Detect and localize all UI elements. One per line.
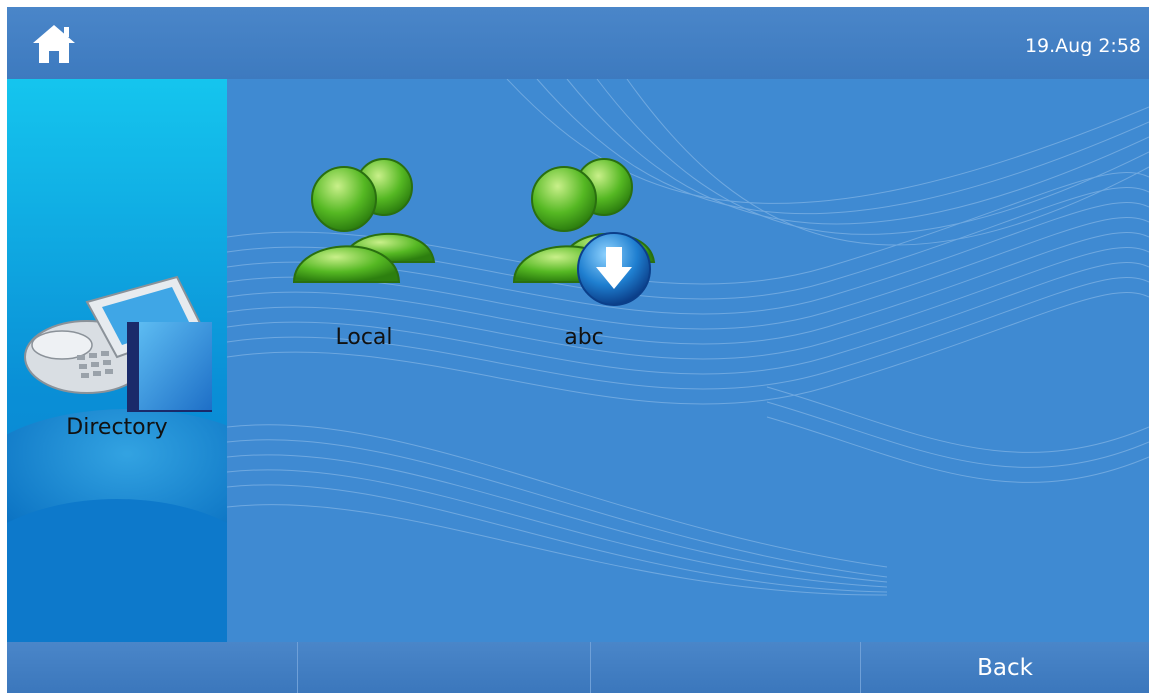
home-icon xyxy=(33,25,75,63)
contacts-group-icon xyxy=(292,158,436,283)
panel-swoosh-decoration xyxy=(7,499,227,642)
contacts-group-download-icon xyxy=(512,158,656,306)
softkey-bar: Back xyxy=(7,642,1149,693)
back-button[interactable]: Back xyxy=(861,642,1149,693)
date-time-display: 19.Aug 2:58 xyxy=(1024,35,1141,57)
contact-group-local[interactable]: Local xyxy=(279,157,449,367)
contact-group-label: abc xyxy=(564,325,604,350)
home-button[interactable] xyxy=(29,19,79,67)
contact-group-abc[interactable]: abc xyxy=(499,157,669,367)
directory-label: Directory xyxy=(66,415,168,440)
contact-group-label: Local xyxy=(335,325,393,350)
desk-phone-directory-icon xyxy=(24,275,212,412)
phone-screen: 19.Aug 2:58 Directory Local abc Back xyxy=(7,7,1149,693)
softkey-3[interactable] xyxy=(591,642,860,693)
directory-side-panel: Directory xyxy=(7,79,227,642)
top-status-bar: 19.Aug 2:58 xyxy=(7,7,1149,79)
softkey-1[interactable] xyxy=(7,642,297,693)
softkey-2[interactable] xyxy=(298,642,590,693)
